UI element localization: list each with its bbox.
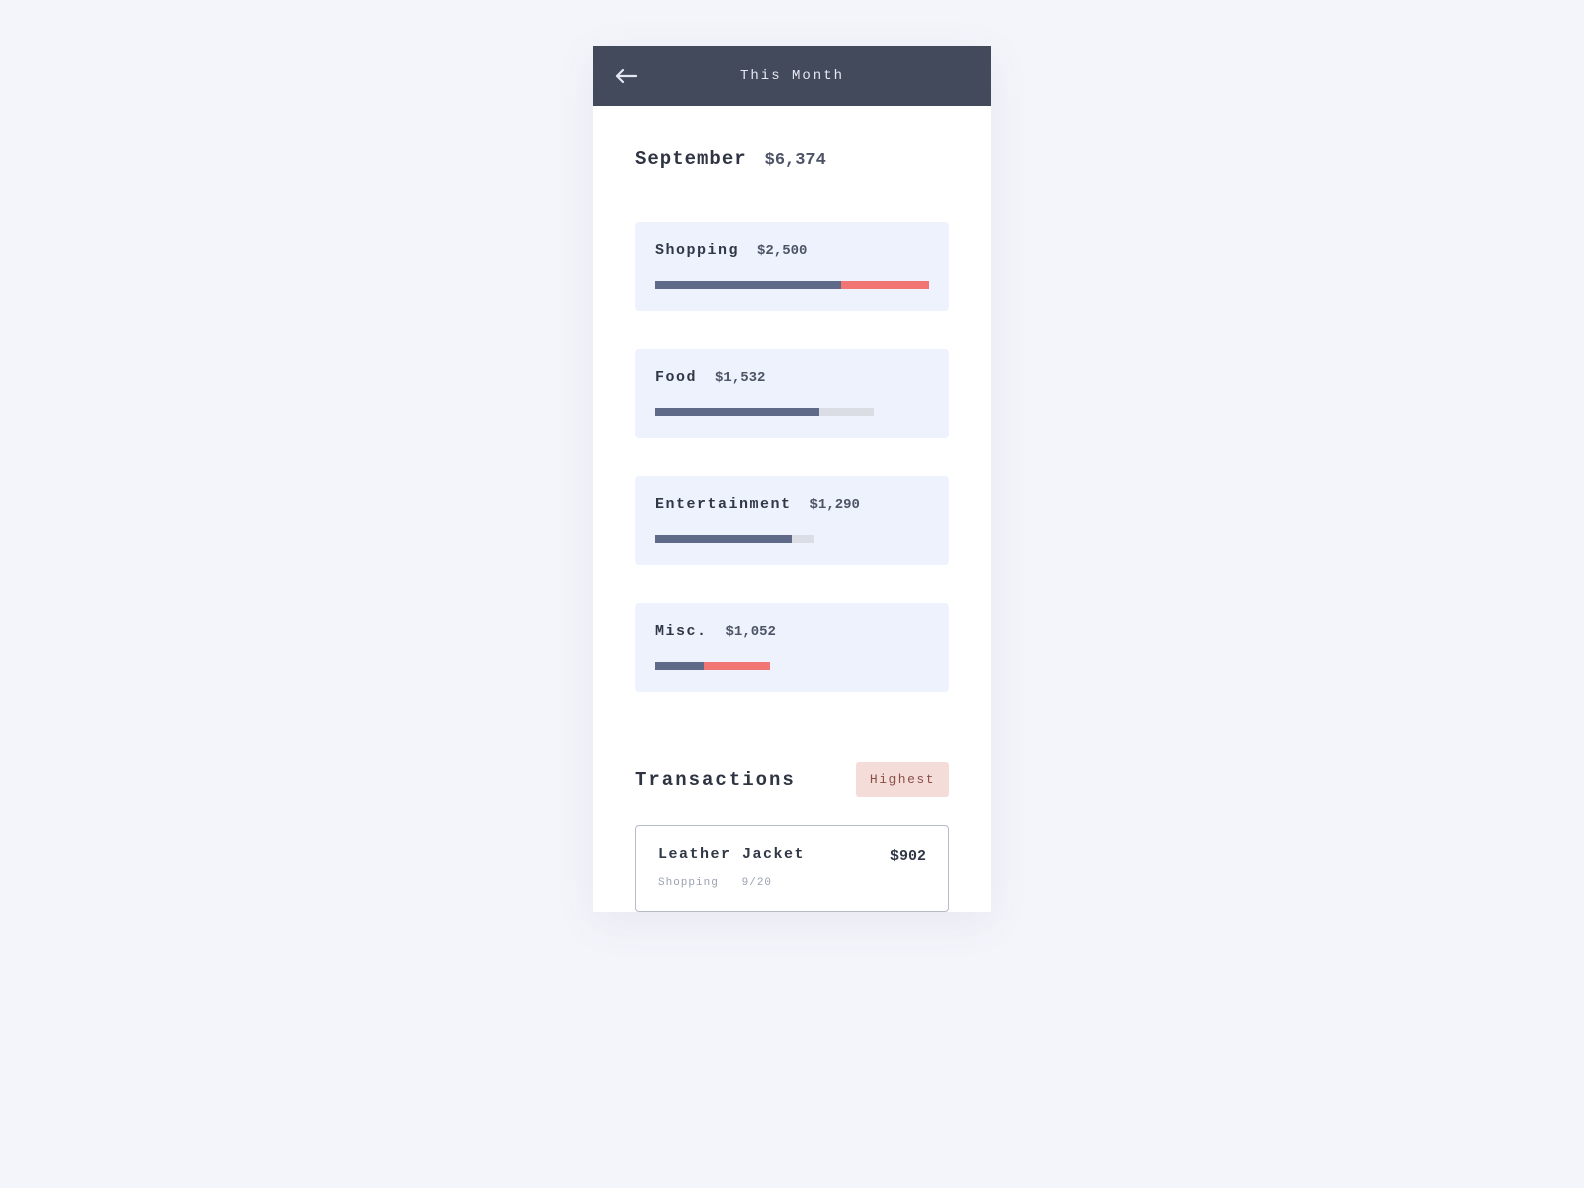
category-card-shopping[interactable]: Shopping $2,500	[635, 222, 949, 311]
month-summary: September $6,374	[635, 148, 949, 170]
bar-segment-grey	[819, 408, 874, 416]
bar-segment-red	[841, 281, 929, 289]
category-card-entertainment[interactable]: Entertainment $1,290	[635, 476, 949, 565]
category-card-food[interactable]: Food $1,532	[635, 349, 949, 438]
transaction-category: Shopping	[658, 877, 719, 889]
app-frame: This Month September $6,374 Shopping $2,…	[593, 46, 991, 912]
bar-segment-red	[704, 662, 770, 670]
transactions-header: Transactions Highest	[635, 762, 949, 797]
bar-segment-grey	[792, 535, 814, 543]
bar-segment-blue	[655, 281, 841, 289]
category-amount: $2,500	[757, 243, 807, 259]
category-progress-bar	[655, 662, 929, 670]
category-list: Shopping $2,500 Food $1,532	[635, 222, 949, 692]
transaction-date: 9/20	[742, 877, 772, 889]
category-progress-bar	[655, 535, 929, 543]
sort-filter-chip[interactable]: Highest	[856, 762, 949, 797]
month-label: September	[635, 148, 747, 170]
category-name: Food	[655, 369, 697, 386]
header-title: This Month	[740, 68, 844, 84]
transaction-name: Leather Jacket	[658, 846, 805, 863]
content-area: September $6,374 Shopping $2,500 Food	[593, 106, 991, 912]
category-name: Misc.	[655, 623, 708, 640]
back-arrow-icon[interactable]	[615, 68, 637, 84]
category-amount: $1,052	[726, 624, 776, 640]
bar-segment-blue	[655, 535, 792, 543]
category-amount: $1,290	[810, 497, 860, 513]
bar-segment-blue	[655, 662, 704, 670]
bar-segment-blue	[655, 408, 819, 416]
category-name: Entertainment	[655, 496, 792, 513]
app-header: This Month	[593, 46, 991, 106]
transaction-amount: $902	[890, 846, 926, 865]
transaction-row[interactable]: Leather Jacket Shopping 9/20 $902	[635, 825, 949, 912]
transactions-title: Transactions	[635, 769, 796, 791]
category-progress-bar	[655, 408, 929, 416]
month-total: $6,374	[765, 151, 826, 170]
category-progress-bar	[655, 281, 929, 289]
category-card-misc[interactable]: Misc. $1,052	[635, 603, 949, 692]
transaction-meta: Shopping 9/20	[658, 877, 805, 889]
category-amount: $1,532	[715, 370, 765, 386]
category-name: Shopping	[655, 242, 739, 259]
